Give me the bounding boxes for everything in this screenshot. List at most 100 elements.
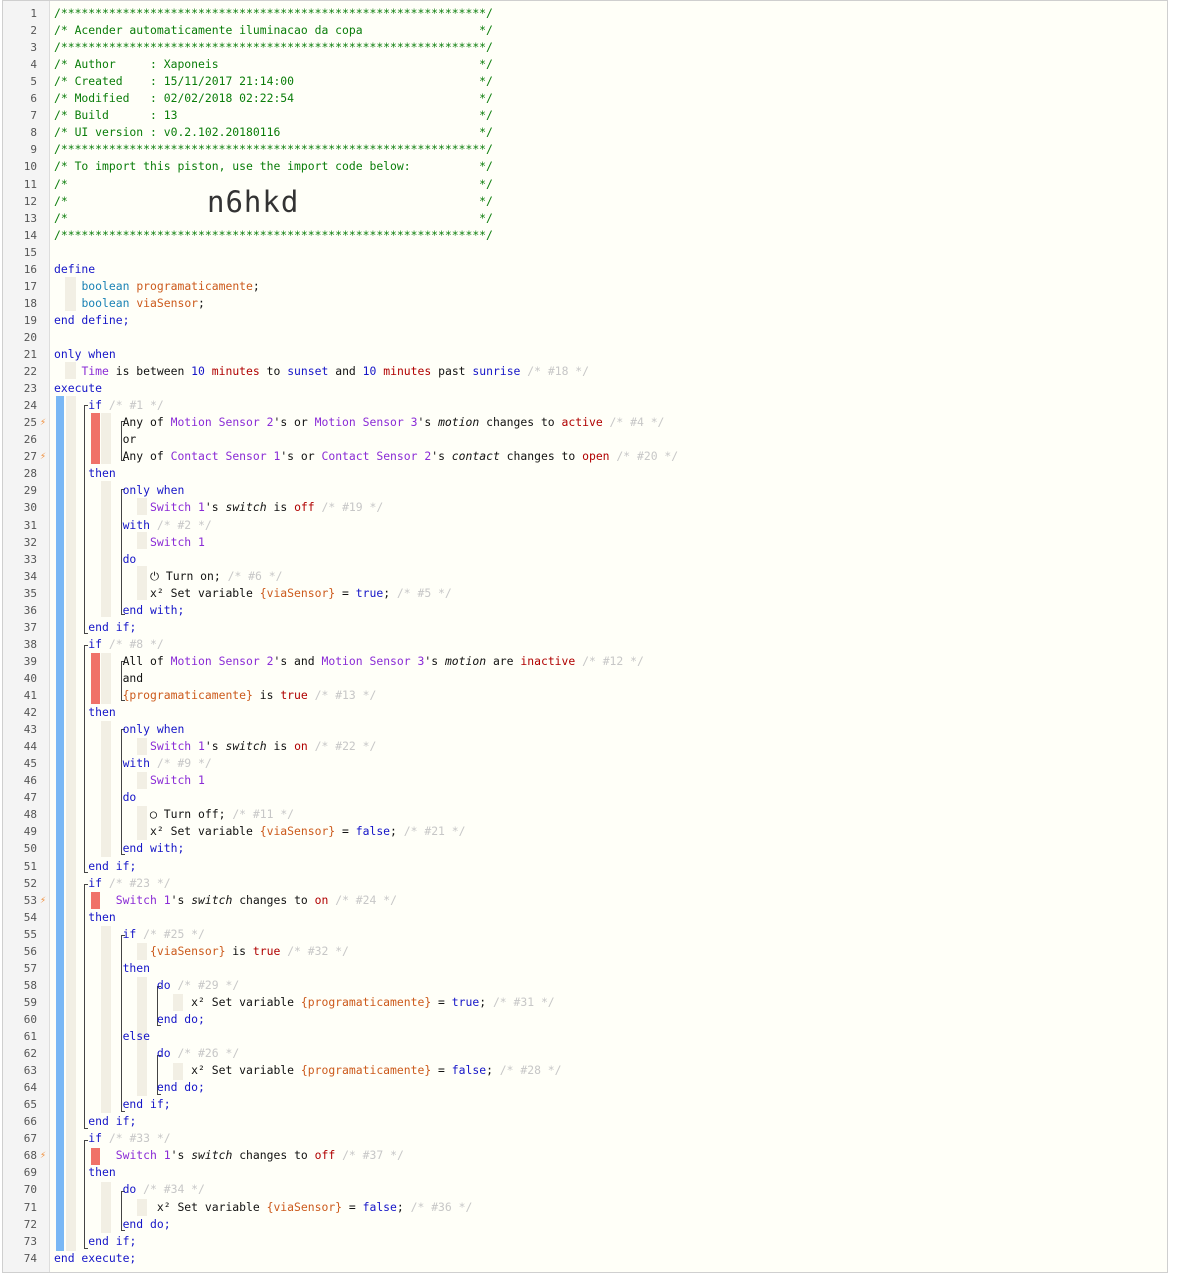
code-lines: /***************************************… (3, 1, 1167, 1272)
code-token: = (431, 1063, 452, 1078)
statement-id-comment: /* #8 */ (108, 636, 164, 651)
code-token: if (88, 875, 103, 890)
code-line: if /* #8 */ (54, 636, 164, 653)
code-token: sunrise (472, 364, 521, 379)
code-token: = (335, 585, 356, 600)
code-line: /* To import this piston, use the import… (54, 158, 493, 175)
code-token: changes to (232, 1148, 315, 1163)
statement-id-comment: /* #21 */ (403, 824, 466, 839)
code-token: ⏻ Turn on; (54, 568, 228, 583)
code-line: end with; (54, 840, 185, 857)
code-line: /***************************************… (54, 141, 493, 158)
code-token: Motion Sensor 2 (170, 415, 274, 430)
code-token: on (294, 739, 308, 754)
code-token: /* Created : 15/11/2017 21:14:00 */ (54, 74, 493, 89)
statement-id-comment: /* #32 */ (287, 943, 349, 958)
code-token: with (122, 756, 151, 771)
code-token: active (561, 415, 603, 430)
statement-id-comment: /* #5 */ (396, 585, 452, 600)
code-line: {viaSensor} is true /* #32 */ (54, 943, 349, 960)
code-token: then (88, 705, 116, 720)
code-token: are (486, 653, 521, 668)
code-line: if /* #33 */ (54, 1130, 170, 1147)
statement-id-comment: /* #23 */ (108, 875, 171, 890)
code-token: = (431, 994, 452, 1009)
code-line: boolean programaticamente; (54, 278, 260, 295)
code-token: end if; (88, 1114, 137, 1129)
code-line: Switch 1's switch changes to on /* #24 *… (54, 892, 397, 909)
code-token: ◯ Turn off; (54, 807, 233, 822)
code-line: then (54, 960, 150, 977)
code-token: Switch 1 (150, 534, 205, 549)
import-code: n6hkd (207, 185, 300, 219)
code-token: open (582, 449, 610, 464)
code-line: /***************************************… (54, 227, 493, 244)
code-line: end with; (54, 602, 185, 619)
statement-id-comment: /* #2 */ (156, 517, 212, 532)
code-token: switch (225, 500, 267, 515)
statement-id-comment: /* #24 */ (335, 892, 397, 907)
code-line: do /* #29 */ (54, 977, 239, 994)
code-token: Motion Sensor 3 (314, 415, 418, 430)
code-line: end if; (54, 858, 136, 875)
code-token: if (122, 926, 137, 941)
code-token: 's (170, 1148, 192, 1163)
code-token: false (451, 1063, 487, 1078)
statement-id-comment: /* #11 */ (232, 807, 295, 822)
code-token: switch (225, 739, 267, 754)
code-token: 's (431, 449, 452, 464)
code-token: motion (444, 653, 487, 668)
code-token: do (122, 551, 137, 566)
code-token: do (122, 790, 137, 805)
code-line: then (54, 465, 115, 482)
code-token: and (328, 364, 363, 379)
code-token: is between (108, 364, 192, 379)
code-token: 's and (273, 653, 322, 668)
code-token: Any of (54, 449, 171, 464)
code-line: only when (54, 721, 185, 738)
code-line: Time is between 10 minutes to sunset and… (54, 363, 589, 380)
statement-id-comment: /* #34 */ (143, 1182, 205, 1197)
code-token: on (314, 892, 329, 907)
code-line: Any of Contact Sensor 1's or Contact Sen… (54, 448, 679, 465)
code-token: ; (383, 585, 397, 600)
code-token: is (252, 688, 281, 702)
statement-id-comment: /* #12 */ (582, 653, 644, 668)
code-token: true (355, 585, 384, 600)
code-token: ; (252, 278, 260, 293)
code-token: end do; (122, 1216, 171, 1231)
code-line: and (54, 670, 144, 687)
code-token: end do; (156, 1080, 205, 1095)
code-line: /***************************************… (54, 5, 493, 22)
code-token: /* Acender automaticamente iluminacao da… (54, 23, 493, 38)
code-line: then (54, 704, 116, 721)
code-token: is (266, 739, 295, 754)
code-line: boolean viaSensor; (54, 295, 204, 312)
code-line: with /* #2 */ (54, 517, 212, 534)
code-token: if (88, 636, 103, 651)
code-line: if /* #25 */ (54, 926, 205, 943)
code-line: x² Set variable {programaticamente} = fa… (54, 1062, 561, 1079)
code-line: x² Set variable {programaticamente} = tr… (54, 994, 555, 1011)
code-token: changes to (232, 892, 315, 907)
statement-id-comment: /* #19 */ (321, 500, 384, 515)
code-token: {viaSensor} (266, 1199, 343, 1214)
code-token: end if; (88, 858, 137, 873)
code-token: /* Author : Xaponeis */ (54, 57, 493, 72)
code-line: end define; (54, 312, 129, 329)
